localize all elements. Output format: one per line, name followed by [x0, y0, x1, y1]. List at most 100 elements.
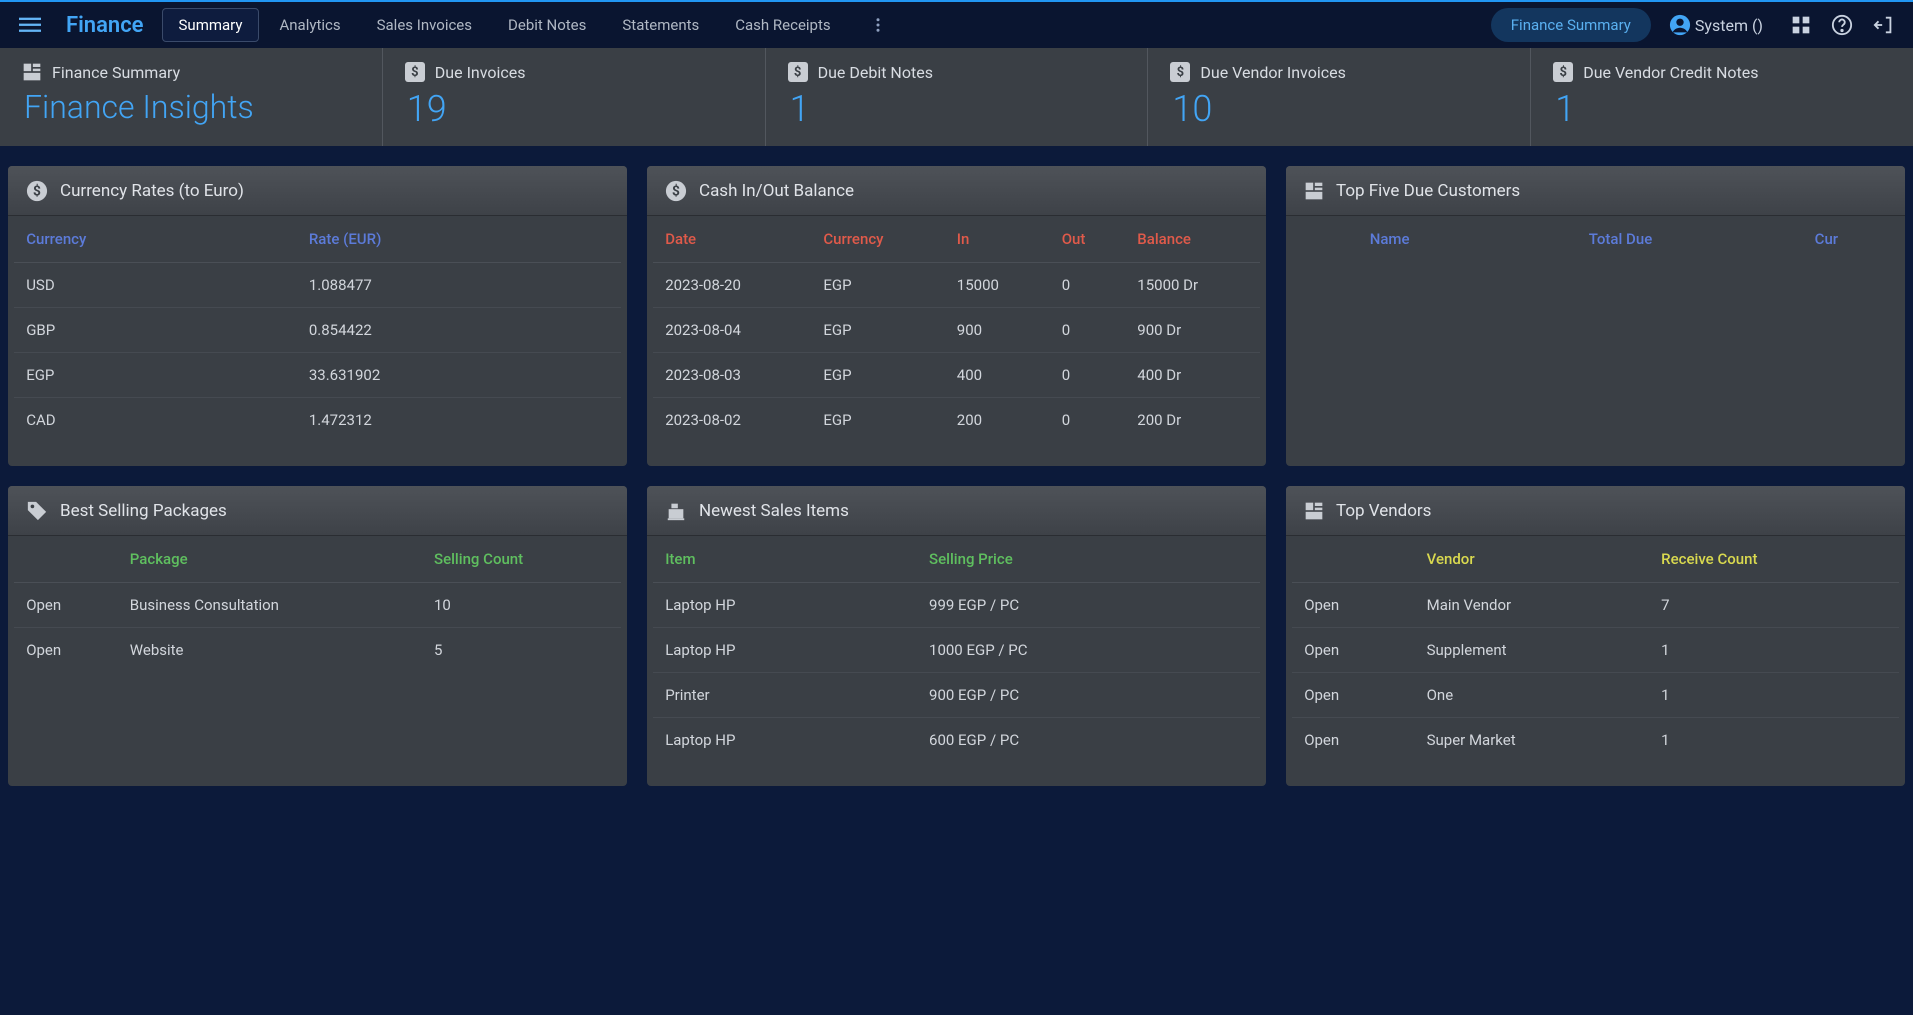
more-vert-icon[interactable] — [863, 10, 893, 40]
table-cell: Printer — [653, 673, 917, 718]
table-cell: 900 Dr — [1125, 308, 1260, 353]
table-cell: EGP — [811, 353, 944, 398]
table-cell: EGP — [811, 308, 944, 353]
page-title: Finance Insights — [24, 88, 360, 126]
dashboard-icon — [22, 62, 42, 82]
table-cell: 200 — [945, 398, 1050, 443]
account-circle-icon — [1669, 14, 1691, 36]
tab-summary[interactable]: Summary — [162, 8, 260, 42]
tag-icon — [26, 500, 48, 522]
tab-cash-receipts[interactable]: Cash Receipts — [719, 9, 846, 41]
open-link[interactable]: Open — [1292, 673, 1414, 718]
stat-due-vendor-credit-notes[interactable]: $ Due Vendor Credit Notes 1 — [1531, 48, 1913, 146]
table-row: EGP33.631902 — [14, 353, 621, 398]
stat-due-debit-notes[interactable]: $ Due Debit Notes 1 — [766, 48, 1149, 146]
table-cell: 5 — [422, 628, 621, 673]
panel-newest-sales: Newest Sales Items ItemSelling PriceLapt… — [647, 486, 1266, 786]
panel-title: Newest Sales Items — [699, 501, 849, 521]
stat-row: Finance Summary Finance Insights $ Due I… — [0, 48, 1913, 148]
tab-analytics[interactable]: Analytics — [263, 9, 356, 41]
stat-value: 10 — [1172, 88, 1508, 130]
panel-top-vendors: Top Vendors VendorReceive CountOpenMain … — [1286, 486, 1905, 786]
open-link[interactable]: Open — [14, 628, 118, 673]
panel-currency-rates: $ Currency Rates (to Euro) CurrencyRate … — [8, 166, 627, 466]
hamburger-menu-icon[interactable] — [12, 7, 48, 43]
panel-title: Cash In/Out Balance — [699, 181, 854, 201]
table-row: USD1.088477 — [14, 263, 621, 308]
user-menu[interactable]: System () — [1669, 14, 1763, 36]
table-cell: 33.631902 — [297, 353, 621, 398]
table-row: OpenBusiness Consultation10 — [14, 583, 621, 628]
dollar-circle-icon: $ — [26, 180, 48, 202]
svg-text:$: $ — [672, 182, 680, 199]
panel-body[interactable]: PackageSelling CountOpenBusiness Consult… — [8, 536, 627, 786]
table-row: 2023-08-04EGP9000900 Dr — [653, 308, 1260, 353]
stat-due-invoices[interactable]: $ Due Invoices 19 — [383, 48, 766, 146]
stat-label: Due Vendor Credit Notes — [1583, 63, 1758, 82]
column-header: Item — [653, 536, 917, 583]
table-cell: 1 — [1649, 628, 1899, 673]
panel-body[interactable]: VendorReceive CountOpenMain Vendor7OpenS… — [1286, 536, 1905, 786]
table-row: GBP0.854422 — [14, 308, 621, 353]
table-cell: 0.854422 — [297, 308, 621, 353]
nav-tabs: SummaryAnalyticsSales InvoicesDebit Note… — [162, 8, 847, 42]
table-row: OpenMain Vendor7 — [1292, 583, 1899, 628]
tab-statements[interactable]: Statements — [606, 9, 715, 41]
table-cell: Laptop HP — [653, 718, 917, 763]
table-cell: 1.088477 — [297, 263, 621, 308]
column-header: Vendor — [1415, 536, 1650, 583]
open-link[interactable]: Open — [1292, 718, 1414, 763]
panel-body[interactable]: NameTotal DueCur — [1286, 216, 1905, 466]
column-header: Out — [1050, 216, 1126, 263]
svg-text:$: $ — [33, 182, 41, 199]
table-cell: 10 — [422, 583, 621, 628]
table-cell: 1 — [1649, 673, 1899, 718]
panel-body[interactable]: DateCurrencyInOutBalance2023-08-20EGP150… — [647, 216, 1266, 466]
stat-due-vendor-invoices[interactable]: $ Due Vendor Invoices 10 — [1148, 48, 1531, 146]
table-cell: CAD — [14, 398, 297, 443]
table-cell: 1000 EGP / PC — [917, 628, 1260, 673]
table-cell: 900 — [945, 308, 1050, 353]
panel-body[interactable]: ItemSelling PriceLaptop HP999 EGP / PC La… — [647, 536, 1266, 786]
table-row: Printer900 EGP / PC — [653, 673, 1260, 718]
dashboard-icon — [1304, 501, 1324, 521]
stat-title-cell: Finance Summary Finance Insights — [0, 48, 383, 146]
table-cell: 7 — [1649, 583, 1899, 628]
panel-cash-balance: $ Cash In/Out Balance DateCurrencyInOutB… — [647, 166, 1266, 466]
invoice-icon: $ — [405, 62, 425, 82]
table-cell: 400 Dr — [1125, 353, 1260, 398]
stat-value: 1 — [1555, 88, 1891, 130]
table-row: CAD1.472312 — [14, 398, 621, 443]
table-cell: 0 — [1050, 308, 1126, 353]
table-cell: Website — [118, 628, 422, 673]
tab-debit-notes[interactable]: Debit Notes — [492, 9, 602, 41]
stat-label: Due Debit Notes — [818, 63, 933, 82]
tab-sales-invoices[interactable]: Sales Invoices — [361, 9, 488, 41]
panel-top-customers: Top Five Due Customers NameTotal DueCur — [1286, 166, 1905, 466]
table-row: Laptop HP999 EGP / PC — [653, 583, 1260, 628]
logout-icon[interactable] — [1867, 8, 1901, 42]
column-header: Cur — [1754, 216, 1899, 262]
table-cell: 15000 Dr — [1125, 263, 1260, 308]
open-link[interactable]: Open — [14, 583, 118, 628]
column-header — [1292, 536, 1414, 583]
stat-label: Due Invoices — [435, 63, 526, 82]
help-icon[interactable] — [1825, 8, 1859, 42]
apps-grid-icon[interactable] — [1785, 9, 1817, 41]
table-row: Laptop HP600 EGP / PC — [653, 718, 1260, 763]
table-cell: EGP — [811, 263, 944, 308]
column-header: Selling Price — [917, 536, 1260, 583]
open-link[interactable]: Open — [1292, 628, 1414, 673]
column-header: Currency — [811, 216, 944, 263]
dashboard-grid: $ Currency Rates (to Euro) CurrencyRate … — [0, 148, 1913, 1015]
table-cell: 400 — [945, 353, 1050, 398]
table-cell: 600 EGP / PC — [917, 718, 1260, 763]
panel-body[interactable]: CurrencyRate (EUR)USD1.088477GBP0.854422… — [8, 216, 627, 466]
open-link[interactable]: Open — [1292, 583, 1414, 628]
table-cell: 0 — [1050, 398, 1126, 443]
finance-summary-chip[interactable]: Finance Summary — [1491, 8, 1651, 42]
column-header — [14, 536, 118, 583]
table-cell: Main Vendor — [1415, 583, 1650, 628]
column-header: Balance — [1125, 216, 1260, 263]
stat-value: 1 — [790, 88, 1126, 130]
